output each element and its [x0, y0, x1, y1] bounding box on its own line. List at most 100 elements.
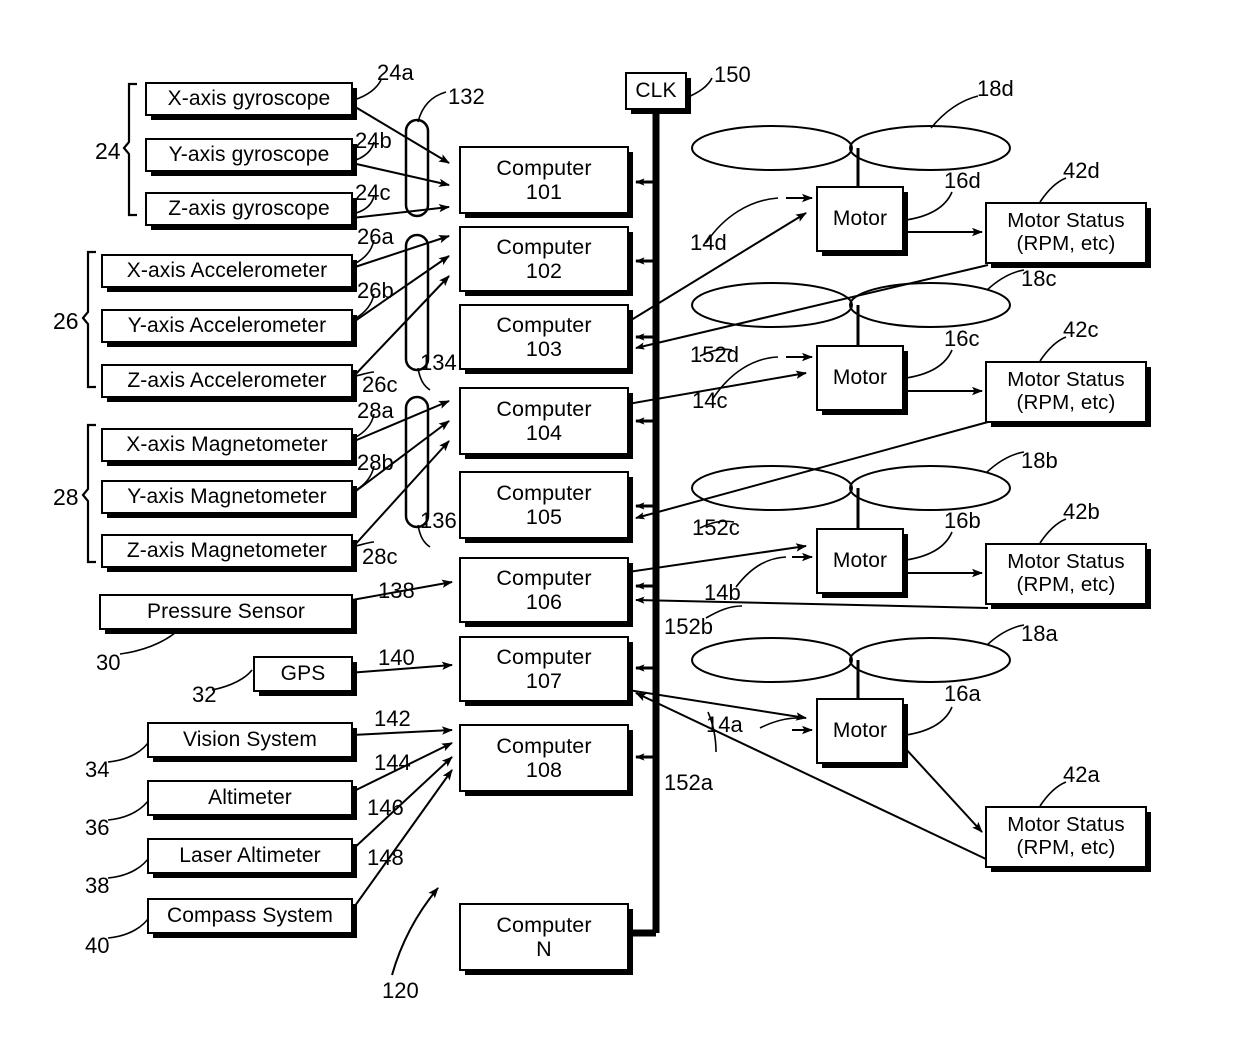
ref-18a: 18a — [1021, 621, 1058, 646]
computer-box-108[interactable]: Computer 108 — [459, 724, 629, 792]
sensor-box-x-axis-gyroscope[interactable]: X-axis gyroscope — [145, 82, 353, 116]
ref-16a: 16a — [944, 681, 981, 706]
leader-120 — [392, 887, 438, 975]
ref-24c: 24c — [355, 180, 391, 205]
computer-box-104[interactable]: Computer 104 — [459, 387, 629, 455]
ref-148: 148 — [367, 845, 404, 870]
computer-box-n[interactable]: Computer N — [459, 903, 629, 971]
ref-42b: 42b — [1063, 499, 1100, 524]
computer-box-101[interactable]: Computer 101 — [459, 146, 629, 214]
ref-14a: 14a — [706, 712, 743, 737]
computer-label-104: Computer 104 — [496, 396, 592, 445]
motor-box-16b[interactable]: Motor — [816, 528, 904, 594]
sensor-box-z-axis-accelerometer[interactable]: Z-axis Accelerometer — [101, 364, 353, 398]
group-bracket-28 — [83, 425, 96, 562]
ref-26b: 26b — [357, 278, 394, 303]
ref-152c: 152c — [692, 515, 740, 540]
ref-26c: 26c — [362, 372, 398, 397]
computer-box-105[interactable]: Computer 105 — [459, 471, 629, 539]
ref-146: 146 — [367, 795, 404, 820]
ref-14d: 14d — [690, 230, 727, 255]
computer-box-106[interactable]: Computer 106 — [459, 557, 629, 623]
computer-box-103[interactable]: Computer 103 — [459, 304, 629, 370]
ref-26: 26 — [53, 308, 79, 334]
sensor-box-x-axis-accelerometer[interactable]: X-axis Accelerometer — [101, 254, 353, 288]
ref-42d: 42d — [1063, 158, 1100, 183]
ref-152d: 152d — [690, 342, 739, 367]
sensor-box-pressure-sensor[interactable]: Pressure Sensor — [99, 594, 353, 630]
ref-24a: 24a — [377, 60, 414, 85]
sensor-box-y-axis-gyroscope[interactable]: Y-axis gyroscope — [145, 138, 353, 172]
ref-40: 40 — [85, 933, 110, 958]
sensor-box-laser-altimeter[interactable]: Laser Altimeter — [147, 838, 353, 874]
motor-status-box-42b[interactable]: Motor Status (RPM, etc) — [985, 543, 1147, 605]
computer-label-106: Computer 106 — [496, 565, 592, 614]
ref-18d: 18d — [977, 76, 1014, 101]
computer-label-102: Computer 102 — [496, 234, 592, 283]
ref-140: 140 — [378, 645, 415, 670]
ref-28b: 28b — [357, 450, 394, 475]
motor-box-16c[interactable]: Motor — [816, 345, 904, 411]
ref-14b: 14b — [704, 580, 741, 605]
computer-label-105: Computer 105 — [496, 480, 592, 529]
group-bracket-26 — [83, 252, 96, 387]
ref-18c: 18c — [1021, 266, 1057, 291]
computer-label-103: Computer 103 — [496, 312, 592, 361]
computer-box-107[interactable]: Computer 107 — [459, 636, 629, 702]
clock-box[interactable]: CLK — [625, 72, 687, 110]
motor-status-label-42c: Motor Status (RPM, etc) — [1007, 368, 1125, 414]
ref-136: 136 — [420, 508, 457, 533]
ref-144: 144 — [374, 750, 411, 775]
ref-42c: 42c — [1063, 317, 1099, 342]
ref-32: 32 — [192, 682, 217, 707]
ref-16b: 16b — [944, 508, 981, 533]
motor-status-label-42a: Motor Status (RPM, etc) — [1007, 813, 1125, 859]
bus-to-computer-arrows — [635, 178, 654, 937]
computer-box-102[interactable]: Computer 102 — [459, 226, 629, 292]
sensor-box-y-axis-magnetometer[interactable]: Y-axis Magnetometer — [101, 480, 353, 514]
ref-30: 30 — [96, 650, 121, 675]
group-bracket-24 — [124, 84, 137, 215]
ref-150: 150 — [714, 62, 751, 87]
motor-status-label-42b: Motor Status (RPM, etc) — [1007, 550, 1125, 596]
computer-label-107: Computer 107 — [496, 644, 592, 693]
ref-16d: 16d — [944, 168, 981, 193]
ref-24: 24 — [95, 138, 121, 164]
motor-box-16d[interactable]: Motor — [816, 186, 904, 252]
ref-42a: 42a — [1063, 762, 1100, 787]
sensor-box-compass-system[interactable]: Compass System — [147, 898, 353, 934]
ref-26a: 26a — [357, 224, 394, 249]
ref-138: 138 — [378, 578, 415, 603]
ref-28c: 28c — [362, 544, 398, 569]
ref-142: 142 — [374, 706, 411, 731]
patent-figure: X-axis gyroscope Y-axis gyroscope Z-axis… — [0, 0, 1240, 1056]
computer-label-n: Computer N — [496, 912, 592, 961]
ref-34: 34 — [85, 757, 110, 782]
ref-134: 134 — [420, 350, 457, 375]
motor-status-box-42c[interactable]: Motor Status (RPM, etc) — [985, 361, 1147, 423]
signal-bundle-132 — [406, 120, 428, 216]
sensor-box-altimeter[interactable]: Altimeter — [147, 780, 353, 816]
sensor-box-z-axis-gyroscope[interactable]: Z-axis gyroscope — [145, 192, 353, 226]
ref-14c: 14c — [692, 388, 728, 413]
sensor-box-z-axis-magnetometer[interactable]: Z-axis Magnetometer — [101, 534, 353, 568]
ref-152b: 152b — [664, 614, 713, 639]
computer-label-108: Computer 108 — [496, 733, 592, 782]
ref-18b: 18b — [1021, 448, 1058, 473]
ref-16c: 16c — [944, 326, 980, 351]
sensor-box-gps[interactable]: GPS — [253, 656, 353, 692]
ref-38: 38 — [85, 873, 110, 898]
computer-label-101: Computer 101 — [496, 155, 592, 204]
sensor-box-vision-system[interactable]: Vision System — [147, 722, 353, 758]
ref-24b: 24b — [355, 128, 392, 153]
ref-28a: 28a — [357, 398, 394, 423]
motor-box-16a[interactable]: Motor — [816, 698, 904, 764]
sensor-box-y-axis-accelerometer[interactable]: Y-axis Accelerometer — [101, 309, 353, 343]
ref-152a: 152a — [664, 770, 713, 795]
motor-status-box-42d[interactable]: Motor Status (RPM, etc) — [985, 202, 1147, 264]
ref-132: 132 — [448, 84, 485, 109]
motor-status-label-42d: Motor Status (RPM, etc) — [1007, 209, 1125, 255]
sensor-box-x-axis-magnetometer[interactable]: X-axis Magnetometer — [101, 428, 353, 462]
motor-status-box-42a[interactable]: Motor Status (RPM, etc) — [985, 806, 1147, 868]
ref-28: 28 — [53, 484, 79, 510]
